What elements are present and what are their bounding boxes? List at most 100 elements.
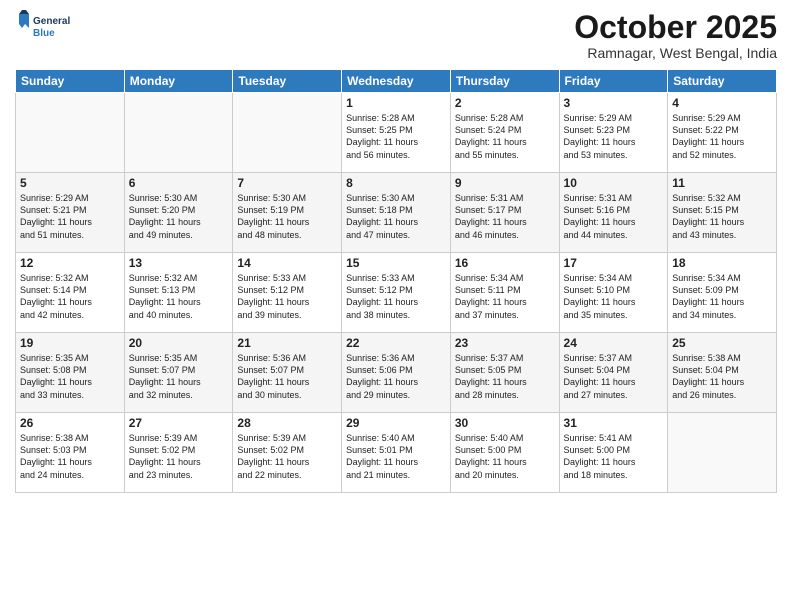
table-row: 16 Sunrise: 5:34 AM Sunset: 5:11 PM Dayli… <box>450 253 559 333</box>
day-number: 14 <box>237 256 337 270</box>
table-row: 3 Sunrise: 5:29 AM Sunset: 5:23 PM Daylig… <box>559 93 668 173</box>
day-info: Sunrise: 5:40 AM Sunset: 5:00 PM Dayligh… <box>455 432 555 481</box>
day-number: 3 <box>564 96 664 110</box>
header-friday: Friday <box>559 70 668 93</box>
day-info: Sunrise: 5:30 AM Sunset: 5:19 PM Dayligh… <box>237 192 337 241</box>
table-row: 9Sunrise: 5:31 AM Sunset: 5:17 PM Daylig… <box>450 173 559 253</box>
day-info: Sunrise: 5:35 AM Sunset: 5:07 PM Dayligh… <box>129 352 229 401</box>
day-number: 13 <box>129 256 229 270</box>
day-number: 20 <box>129 336 229 350</box>
table-row: 17 Sunrise: 5:34 AM Sunset: 5:10 PM Dayli… <box>559 253 668 333</box>
calendar-table: Sunday Monday Tuesday Wednesday Thursday… <box>15 69 777 493</box>
svg-text:General: General <box>33 16 70 27</box>
day-number: 23 <box>455 336 555 350</box>
day-info: Sunrise: 5:35 AM Sunset: 5:08 PM Dayligh… <box>20 352 120 401</box>
table-row <box>233 93 342 173</box>
table-row <box>16 93 125 173</box>
day-number: 1 <box>346 96 446 110</box>
day-number: 6 <box>129 176 229 190</box>
title-block: October 2025 Ramnagar, West Bengal, Indi… <box>574 10 777 61</box>
day-info: Sunrise: 5:28 AM Sunset: 5:24 PM Dayligh… <box>455 112 555 161</box>
day-info: Sunrise: 5:34 AM Sunset: 5:09 PM Dayligh… <box>672 272 772 321</box>
day-info: Sunrise: 5:32 AM Sunset: 5:13 PM Dayligh… <box>129 272 229 321</box>
header: General Blue October 2025 Ramnagar, West… <box>15 10 777 61</box>
day-number: 11 <box>672 176 772 190</box>
day-number: 5 <box>20 176 120 190</box>
table-row: 11 Sunrise: 5:32 AM Sunset: 5:15 PM Dayli… <box>668 173 777 253</box>
day-number: 31 <box>564 416 664 430</box>
day-info: Sunrise: 5:30 AM Sunset: 5:18 PM Dayligh… <box>346 192 446 241</box>
day-info: Sunrise: 5:38 AM Sunset: 5:04 PM Dayligh… <box>672 352 772 401</box>
day-info: Sunrise: 5:29 AM Sunset: 5:21 PM Dayligh… <box>20 192 120 241</box>
table-row: 21Sunrise: 5:36 AM Sunset: 5:07 PM Dayli… <box>233 333 342 413</box>
day-number: 10 <box>564 176 664 190</box>
table-row: 18 Sunrise: 5:34 AM Sunset: 5:09 PM Dayli… <box>668 253 777 333</box>
table-row: 20 Sunrise: 5:35 AM Sunset: 5:07 PM Dayli… <box>124 333 233 413</box>
day-number: 16 <box>455 256 555 270</box>
logo-svg: General Blue <box>15 10 75 46</box>
table-row: 25 Sunrise: 5:38 AM Sunset: 5:04 PM Dayli… <box>668 333 777 413</box>
table-row: 28Sunrise: 5:39 AM Sunset: 5:02 PM Dayli… <box>233 413 342 493</box>
day-number: 27 <box>129 416 229 430</box>
day-info: Sunrise: 5:29 AM Sunset: 5:23 PM Dayligh… <box>564 112 664 161</box>
table-row: 6Sunrise: 5:30 AM Sunset: 5:20 PM Daylig… <box>124 173 233 253</box>
week-row-0: 1 Sunrise: 5:28 AM Sunset: 5:25 PM Daylig… <box>16 93 777 173</box>
week-row-1: 5 Sunrise: 5:29 AM Sunset: 5:21 PM Daylig… <box>16 173 777 253</box>
table-row: 5 Sunrise: 5:29 AM Sunset: 5:21 PM Daylig… <box>16 173 125 253</box>
day-number: 2 <box>455 96 555 110</box>
table-row: 27Sunrise: 5:39 AM Sunset: 5:02 PM Dayli… <box>124 413 233 493</box>
day-info: Sunrise: 5:32 AM Sunset: 5:15 PM Dayligh… <box>672 192 772 241</box>
table-row <box>124 93 233 173</box>
day-number: 24 <box>564 336 664 350</box>
location: Ramnagar, West Bengal, India <box>574 45 777 61</box>
table-row: 13 Sunrise: 5:32 AM Sunset: 5:13 PM Dayli… <box>124 253 233 333</box>
day-number: 30 <box>455 416 555 430</box>
day-info: Sunrise: 5:34 AM Sunset: 5:11 PM Dayligh… <box>455 272 555 321</box>
table-row: 1 Sunrise: 5:28 AM Sunset: 5:25 PM Daylig… <box>342 93 451 173</box>
day-info: Sunrise: 5:36 AM Sunset: 5:06 PM Dayligh… <box>346 352 446 401</box>
day-info: Sunrise: 5:40 AM Sunset: 5:01 PM Dayligh… <box>346 432 446 481</box>
day-number: 7 <box>237 176 337 190</box>
day-number: 9 <box>455 176 555 190</box>
day-info: Sunrise: 5:41 AM Sunset: 5:00 PM Dayligh… <box>564 432 664 481</box>
day-number: 15 <box>346 256 446 270</box>
table-row: 7 Sunrise: 5:30 AM Sunset: 5:19 PM Daylig… <box>233 173 342 253</box>
table-row: 19 Sunrise: 5:35 AM Sunset: 5:08 PM Dayli… <box>16 333 125 413</box>
day-number: 28 <box>237 416 337 430</box>
weekday-header-row: Sunday Monday Tuesday Wednesday Thursday… <box>16 70 777 93</box>
table-row: 26 Sunrise: 5:38 AM Sunset: 5:03 PM Dayli… <box>16 413 125 493</box>
table-row: 23 Sunrise: 5:37 AM Sunset: 5:05 PM Dayli… <box>450 333 559 413</box>
table-row: 4Sunrise: 5:29 AM Sunset: 5:22 PM Daylig… <box>668 93 777 173</box>
table-row: 15 Sunrise: 5:33 AM Sunset: 5:12 PM Dayli… <box>342 253 451 333</box>
table-row: 24 Sunrise: 5:37 AM Sunset: 5:04 PM Dayli… <box>559 333 668 413</box>
day-info: Sunrise: 5:38 AM Sunset: 5:03 PM Dayligh… <box>20 432 120 481</box>
day-number: 26 <box>20 416 120 430</box>
day-info: Sunrise: 5:32 AM Sunset: 5:14 PM Dayligh… <box>20 272 120 321</box>
day-number: 19 <box>20 336 120 350</box>
table-row: 31 Sunrise: 5:41 AM Sunset: 5:00 PM Dayli… <box>559 413 668 493</box>
day-info: Sunrise: 5:37 AM Sunset: 5:04 PM Dayligh… <box>564 352 664 401</box>
header-saturday: Saturday <box>668 70 777 93</box>
header-thursday: Thursday <box>450 70 559 93</box>
table-row <box>668 413 777 493</box>
day-info: Sunrise: 5:31 AM Sunset: 5:16 PM Dayligh… <box>564 192 664 241</box>
table-row: 29Sunrise: 5:40 AM Sunset: 5:01 PM Dayli… <box>342 413 451 493</box>
svg-text:Blue: Blue <box>33 28 55 39</box>
day-number: 18 <box>672 256 772 270</box>
table-row: 12Sunrise: 5:32 AM Sunset: 5:14 PM Dayli… <box>16 253 125 333</box>
day-info: Sunrise: 5:33 AM Sunset: 5:12 PM Dayligh… <box>346 272 446 321</box>
day-number: 17 <box>564 256 664 270</box>
week-row-2: 12Sunrise: 5:32 AM Sunset: 5:14 PM Dayli… <box>16 253 777 333</box>
logo: General Blue <box>15 10 75 46</box>
day-info: Sunrise: 5:28 AM Sunset: 5:25 PM Dayligh… <box>346 112 446 161</box>
day-number: 25 <box>672 336 772 350</box>
week-row-4: 26 Sunrise: 5:38 AM Sunset: 5:03 PM Dayli… <box>16 413 777 493</box>
day-number: 21 <box>237 336 337 350</box>
day-info: Sunrise: 5:34 AM Sunset: 5:10 PM Dayligh… <box>564 272 664 321</box>
day-info: Sunrise: 5:29 AM Sunset: 5:22 PM Dayligh… <box>672 112 772 161</box>
table-row: 14Sunrise: 5:33 AM Sunset: 5:12 PM Dayli… <box>233 253 342 333</box>
table-row: 22Sunrise: 5:36 AM Sunset: 5:06 PM Dayli… <box>342 333 451 413</box>
day-info: Sunrise: 5:37 AM Sunset: 5:05 PM Dayligh… <box>455 352 555 401</box>
week-row-3: 19 Sunrise: 5:35 AM Sunset: 5:08 PM Dayli… <box>16 333 777 413</box>
table-row: 30 Sunrise: 5:40 AM Sunset: 5:00 PM Dayli… <box>450 413 559 493</box>
